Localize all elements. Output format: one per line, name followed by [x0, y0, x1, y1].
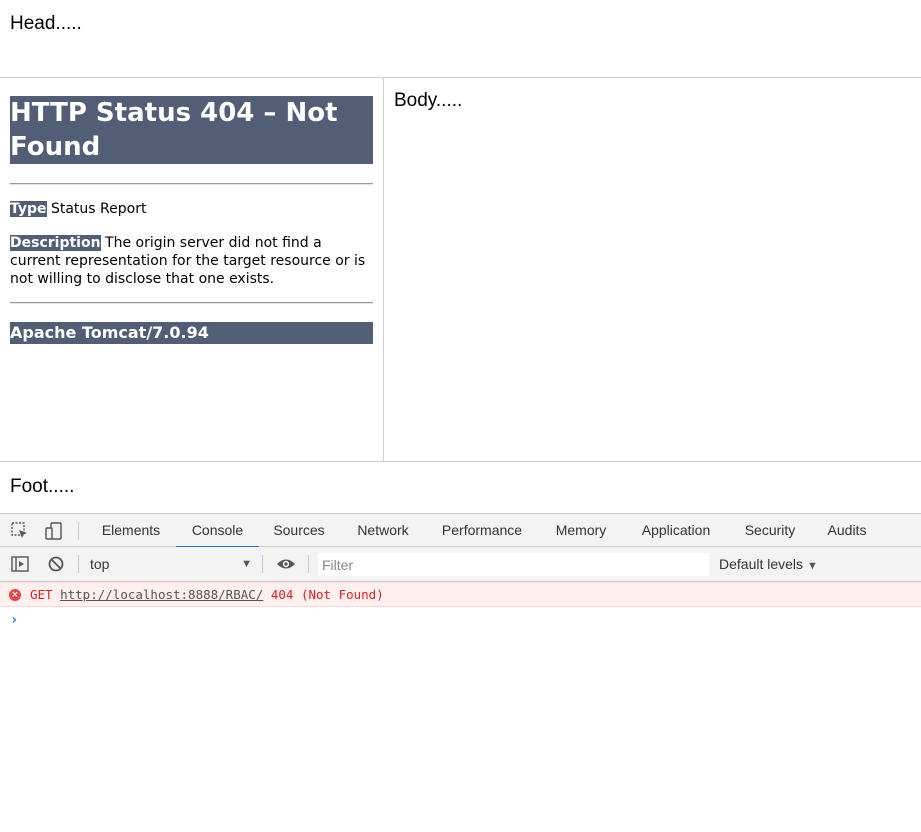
type-value: Status Report — [46, 201, 147, 217]
console-output: × GET http://localhost:8888/RBAC/ 404 (N… — [0, 582, 921, 832]
separator — [78, 522, 79, 540]
dropdown-arrow-icon: ▼ — [241, 558, 252, 570]
tab-memory[interactable]: Memory — [549, 514, 613, 547]
separator — [308, 555, 309, 573]
request-url-link[interactable]: http://localhost:8888/RBAC/ — [60, 587, 263, 602]
tab-security[interactable]: Security — [739, 514, 801, 547]
tab-application[interactable]: Application — [634, 514, 718, 547]
console-error-message: GET http://localhost:8888/RBAC/ 404 (Not… — [30, 587, 384, 602]
filter-input[interactable] — [318, 553, 709, 576]
tab-sources[interactable]: Sources — [268, 514, 330, 547]
context-selector[interactable]: top ▼ — [84, 553, 256, 575]
error-icon: × — [9, 589, 21, 601]
foot-frame: Foot..... — [0, 462, 921, 513]
console-prompt[interactable]: › — [10, 612, 18, 628]
device-toolbar-icon[interactable] — [43, 520, 65, 542]
separator — [262, 555, 263, 573]
type-label: Type — [10, 201, 47, 217]
tab-console[interactable]: Console — [176, 514, 259, 548]
inspect-element-icon[interactable] — [9, 520, 31, 542]
divider — [10, 302, 373, 304]
devtools-tabbar: Elements Console Sources Network Perform… — [0, 513, 921, 548]
description-label: Description — [10, 235, 101, 251]
foot-text: Foot..... — [10, 476, 75, 497]
tab-elements[interactable]: Elements — [99, 514, 163, 547]
request-method: GET — [30, 587, 53, 602]
head-frame: Head..... — [0, 0, 921, 78]
devtools-panel: Elements Console Sources Network Perform… — [0, 513, 921, 832]
error-title: HTTP Status 404 – Not Found — [10, 96, 373, 164]
tab-audits[interactable]: Audits — [822, 514, 872, 547]
divider — [10, 183, 373, 185]
response-status: 404 (Not Found) — [270, 587, 384, 602]
tab-performance[interactable]: Performance — [436, 514, 528, 547]
clear-console-icon[interactable] — [45, 553, 67, 575]
body-frame: Body..... — [384, 78, 921, 462]
body-text: Body..... — [394, 90, 463, 111]
separator — [78, 555, 79, 573]
eye-icon[interactable] — [275, 553, 297, 575]
error-type-line: Type Status Report — [10, 200, 373, 218]
show-sidebar-icon[interactable] — [9, 553, 31, 575]
server-signature: Apache Tomcat/7.0.94 — [10, 322, 373, 344]
log-levels-value: Default levels — [719, 556, 804, 572]
dropdown-arrow-icon: ▼ — [807, 560, 818, 572]
left-frame: HTTP Status 404 – Not Found Type Status … — [0, 78, 384, 462]
error-description-line: Description The origin server did not fi… — [10, 234, 373, 288]
console-error-row: × GET http://localhost:8888/RBAC/ 404 (N… — [0, 582, 921, 607]
console-toolbar: top ▼ Default levels▼ — [0, 547, 921, 582]
head-text: Head..... — [10, 13, 82, 34]
context-value: top — [90, 556, 110, 572]
log-levels-dropdown[interactable]: Default levels ▼ — [719, 553, 818, 575]
tab-network[interactable]: Network — [350, 514, 416, 547]
